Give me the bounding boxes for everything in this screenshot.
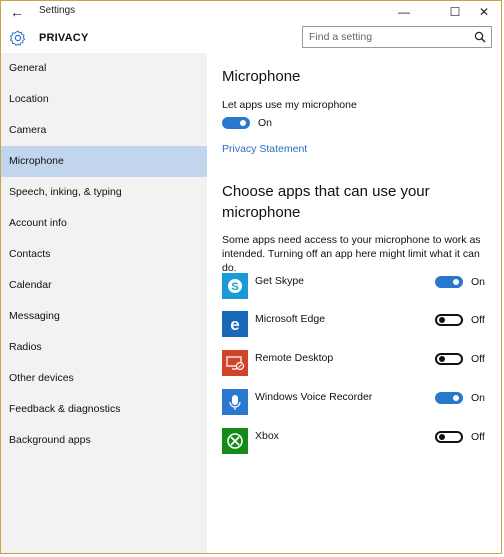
app-name: Remote Desktop (255, 352, 334, 364)
app-toggle-state: Off (471, 431, 485, 443)
xbox-toggle[interactable] (435, 431, 463, 443)
sidebar: General Location Camera Microphone Speec… (1, 53, 207, 553)
sidebar-item-general[interactable]: General (1, 53, 207, 84)
sidebar-item-microphone[interactable]: Microphone (1, 146, 207, 177)
app-toggle-state: Off (471, 314, 485, 326)
microsoft-edge-toggle[interactable] (435, 314, 463, 326)
settings-window: ← Settings — ☐ ✕ PRIVACY General Locatio… (0, 0, 502, 554)
search-input[interactable] (309, 31, 469, 43)
sidebar-item-feedback[interactable]: Feedback & diagnostics (1, 394, 207, 425)
search-box[interactable] (302, 26, 492, 48)
app-toggle-state: Off (471, 353, 485, 365)
app-row-get-skype: S Get Skype On (222, 273, 487, 299)
sidebar-item-background-apps[interactable]: Background apps (1, 425, 207, 456)
app-row-microsoft-edge: e Microsoft Edge Off (222, 311, 487, 337)
choose-apps-description: Some apps need access to your microphone… (222, 234, 481, 274)
sidebar-item-camera[interactable]: Camera (1, 115, 207, 146)
sidebar-item-location[interactable]: Location (1, 84, 207, 115)
toggle-knob (453, 395, 459, 401)
toggle-knob (439, 317, 445, 323)
sidebar-item-contacts[interactable]: Contacts (1, 239, 207, 270)
master-toggle-state: On (258, 117, 273, 129)
settings-header: PRIVACY (1, 23, 501, 53)
toggle-knob (439, 356, 445, 362)
edge-icon: e (222, 311, 248, 337)
app-name: Xbox (255, 430, 279, 442)
search-icon[interactable] (474, 31, 486, 43)
master-toggle-label: Let apps use my microphone (222, 99, 357, 111)
master-microphone-toggle[interactable] (222, 117, 250, 129)
app-toggle-state: On (471, 276, 486, 288)
get-skype-toggle[interactable] (435, 276, 463, 288)
svg-text:e: e (230, 315, 239, 334)
section-heading: Microphone (222, 68, 301, 85)
app-row-voice-recorder: Windows Voice Recorder On (222, 389, 487, 415)
main-content: Microphone Let apps use my microphone On… (207, 53, 501, 553)
back-arrow-icon: ← (10, 4, 24, 20)
voice-recorder-toggle[interactable] (435, 392, 463, 404)
svg-text:S: S (231, 281, 238, 293)
sidebar-item-other-devices[interactable]: Other devices (1, 363, 207, 394)
app-name: Microsoft Edge (255, 313, 326, 325)
remote-desktop-toggle[interactable] (435, 353, 463, 365)
sidebar-item-speech[interactable]: Speech, inking, & typing (1, 177, 207, 208)
app-toggle-state: On (471, 392, 486, 404)
app-row-xbox: Xbox Off (222, 428, 487, 454)
app-name: Get Skype (255, 275, 305, 287)
toggle-knob (240, 120, 246, 126)
app-row-remote-desktop: Remote Desktop Off (222, 350, 487, 376)
remote-desktop-icon (222, 350, 248, 376)
page-title: PRIVACY (39, 32, 89, 44)
sidebar-item-account-info[interactable]: Account info (1, 208, 207, 239)
close-button[interactable]: ✕ (467, 1, 501, 23)
sidebar-item-messaging[interactable]: Messaging (1, 301, 207, 332)
window-title: Settings (39, 5, 76, 16)
xbox-icon (222, 428, 248, 454)
sidebar-item-calendar[interactable]: Calendar (1, 270, 207, 301)
toggle-knob (453, 279, 459, 285)
choose-apps-heading: Choose apps that can use your microphone (222, 183, 430, 221)
title-bar: ← Settings — ☐ ✕ (1, 1, 501, 23)
minimize-button[interactable]: — (387, 1, 421, 23)
voice-recorder-icon (222, 389, 248, 415)
toggle-knob (439, 434, 445, 440)
sidebar-item-radios[interactable]: Radios (1, 332, 207, 363)
privacy-statement-link[interactable]: Privacy Statement (222, 143, 307, 155)
gear-icon (9, 29, 27, 47)
app-name: Windows Voice Recorder (255, 391, 373, 403)
back-button[interactable]: ← (7, 3, 27, 21)
skype-icon: S (222, 273, 248, 299)
